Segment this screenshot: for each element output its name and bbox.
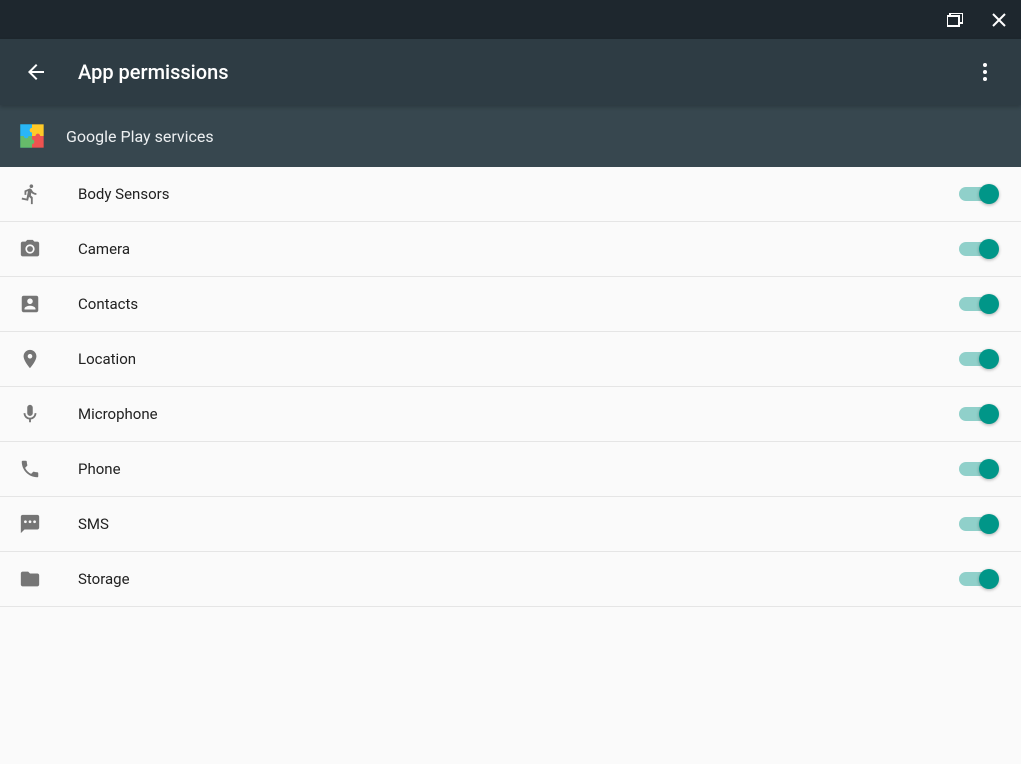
app-bar: App permissions <box>0 39 1021 105</box>
permissions-list: Body Sensors Camera Contacts Location Microp… <box>0 167 1021 607</box>
app-header: Google Play services <box>0 105 1021 167</box>
permission-toggle[interactable] <box>959 239 995 259</box>
play-services-icon <box>16 120 48 152</box>
permission-row[interactable]: Contacts <box>0 277 1021 332</box>
permission-label: Storage <box>78 570 959 588</box>
permission-row[interactable]: Location <box>0 332 1021 387</box>
permission-toggle[interactable] <box>959 459 995 479</box>
permission-label: Body Sensors <box>78 185 959 203</box>
permission-toggle[interactable] <box>959 294 995 314</box>
microphone-icon <box>18 402 42 426</box>
close-icon[interactable] <box>987 8 1011 32</box>
body-sensors-icon <box>18 182 42 206</box>
camera-icon <box>18 237 42 261</box>
back-button[interactable] <box>16 52 56 92</box>
permission-label: Contacts <box>78 295 959 313</box>
back-arrow-icon <box>24 60 48 84</box>
permission-toggle[interactable] <box>959 514 995 534</box>
location-icon <box>18 347 42 371</box>
permission-row[interactable]: Phone <box>0 442 1021 497</box>
permission-row[interactable]: Body Sensors <box>0 167 1021 222</box>
permission-row[interactable]: Storage <box>0 552 1021 607</box>
more-vert-icon <box>973 60 997 84</box>
permission-row[interactable]: Camera <box>0 222 1021 277</box>
permission-label: SMS <box>78 515 959 533</box>
permission-label: Microphone <box>78 405 959 423</box>
window-titlebar <box>0 0 1021 39</box>
permission-row[interactable]: Microphone <box>0 387 1021 442</box>
window-restore-icon[interactable] <box>943 8 967 32</box>
app-name: Google Play services <box>66 127 214 146</box>
page-title: App permissions <box>78 60 965 84</box>
permission-row[interactable]: SMS <box>0 497 1021 552</box>
storage-icon <box>18 567 42 591</box>
permission-label: Phone <box>78 460 959 478</box>
permission-toggle[interactable] <box>959 404 995 424</box>
permission-label: Location <box>78 350 959 368</box>
permission-toggle[interactable] <box>959 349 995 369</box>
permission-toggle[interactable] <box>959 569 995 589</box>
contacts-icon <box>18 292 42 316</box>
phone-icon <box>18 457 42 481</box>
permission-label: Camera <box>78 240 959 258</box>
permission-toggle[interactable] <box>959 184 995 204</box>
sms-icon <box>18 512 42 536</box>
more-button[interactable] <box>965 52 1005 92</box>
